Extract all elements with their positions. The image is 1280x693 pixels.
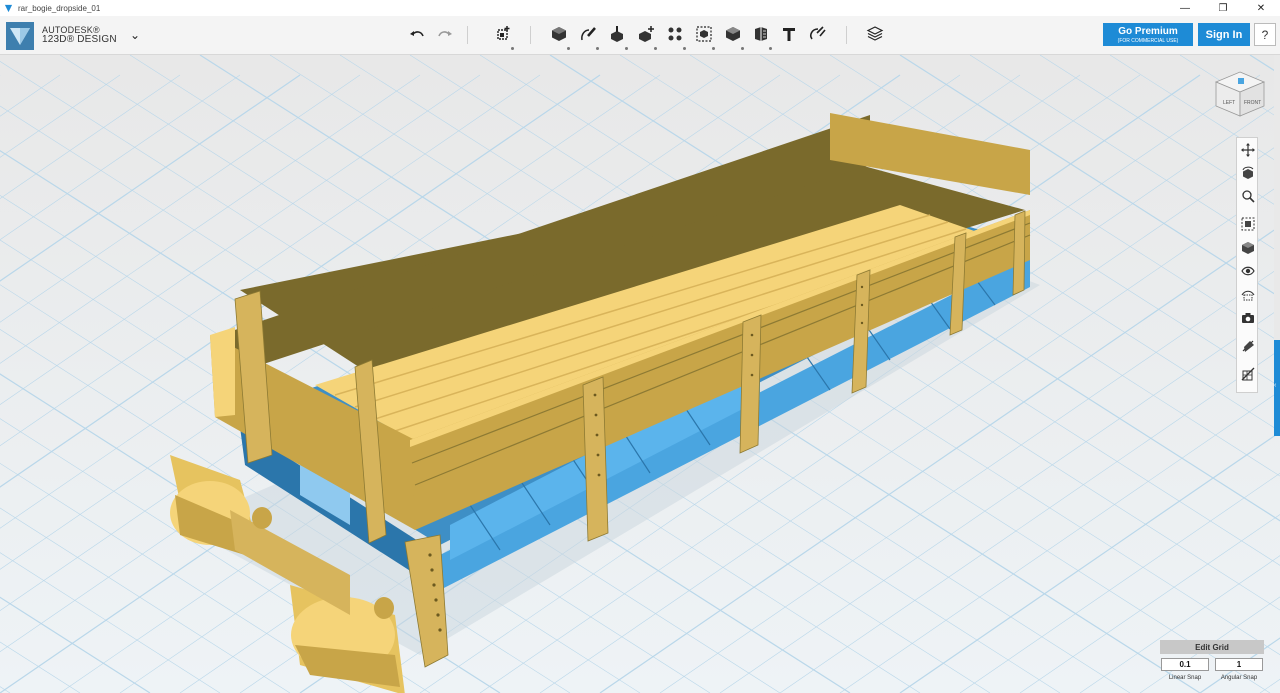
view-cube[interactable]: LEFT FRONT (1212, 68, 1268, 120)
visibility-icon[interactable] (1239, 262, 1257, 280)
toolbar-separator (846, 26, 847, 44)
sign-in-button[interactable]: Sign In (1198, 23, 1250, 46)
app-icon (0, 0, 16, 16)
main-toolbar: AUTODESK® 123D® DESIGN ⌄ Go Premium (FOR… (0, 16, 1280, 55)
undo-icon[interactable] (406, 23, 428, 45)
combine-icon[interactable] (722, 23, 744, 50)
fit-icon[interactable] (1239, 215, 1257, 233)
view-cube-front-label: FRONT (1244, 100, 1261, 106)
linear-snap-label: Linear Snap (1168, 675, 1202, 681)
3d-viewport[interactable]: LEFT FRONT (0, 55, 1280, 693)
modify-icon[interactable] (635, 23, 657, 50)
chevron-down-icon[interactable]: ⌄ (130, 28, 140, 42)
toolbar-separator (530, 26, 531, 44)
materials-outline-icon[interactable] (1239, 285, 1257, 303)
linear-snap-field[interactable]: 0.1 (1161, 658, 1209, 671)
brand-product: 123D® DESIGN (42, 34, 117, 45)
minimize-button[interactable]: — (1166, 0, 1204, 16)
window-title: rar_bogie_dropside_01 (18, 3, 101, 13)
material-icon[interactable] (864, 23, 886, 45)
navigation-bar (1236, 137, 1258, 393)
side-panel-handle[interactable]: ‹ (1274, 340, 1280, 436)
transform-icon[interactable] (492, 23, 514, 50)
snap-icon[interactable] (806, 23, 828, 45)
go-premium-label: Go Premium (1118, 26, 1178, 37)
maximize-button[interactable]: ❐ (1204, 0, 1242, 16)
construct-icon[interactable] (606, 23, 628, 50)
scene-canvas[interactable] (0, 55, 1280, 693)
sketch-icon[interactable] (577, 23, 599, 50)
hide-sketch-icon[interactable] (1239, 337, 1257, 355)
window-controls: — ❐ ✕ (1166, 0, 1280, 16)
go-premium-sublabel: (FOR COMMERCIAL USE) (1117, 38, 1179, 44)
help-button[interactable]: ? (1254, 23, 1276, 46)
view-cube-icon[interactable] (1239, 239, 1257, 257)
view-cube-left-label: LEFT (1223, 100, 1235, 106)
measure-icon[interactable] (750, 23, 772, 50)
redo-icon[interactable] (434, 23, 456, 45)
edit-grid-panel: Edit Grid 0.1 1 Linear Snap Angular Snap (1160, 640, 1264, 688)
toolbar-separator (467, 26, 468, 44)
go-premium-button[interactable]: Go Premium (FOR COMMERCIAL USE) (1103, 23, 1193, 46)
panel-scroll-strip (1274, 55, 1280, 340)
hide-mesh-icon[interactable] (1239, 365, 1257, 383)
pattern-icon[interactable] (664, 23, 686, 50)
grouping-icon[interactable] (693, 23, 715, 50)
orbit-icon[interactable] (1239, 164, 1257, 182)
brand-text: AUTODESK® 123D® DESIGN (42, 25, 117, 45)
pan-icon[interactable] (1239, 141, 1257, 159)
primitives-icon[interactable] (548, 23, 570, 50)
app-logo[interactable] (6, 22, 34, 50)
title-bar: rar_bogie_dropside_01 — ❐ ✕ (0, 0, 1280, 16)
edit-grid-button[interactable]: Edit Grid (1160, 640, 1264, 654)
close-button[interactable]: ✕ (1242, 0, 1280, 16)
text-icon[interactable] (778, 23, 800, 45)
camera-icon[interactable] (1239, 309, 1257, 327)
zoom-icon[interactable] (1239, 187, 1257, 205)
angular-snap-field[interactable]: 1 (1215, 658, 1263, 671)
angular-snap-label: Angular Snap (1220, 675, 1258, 681)
